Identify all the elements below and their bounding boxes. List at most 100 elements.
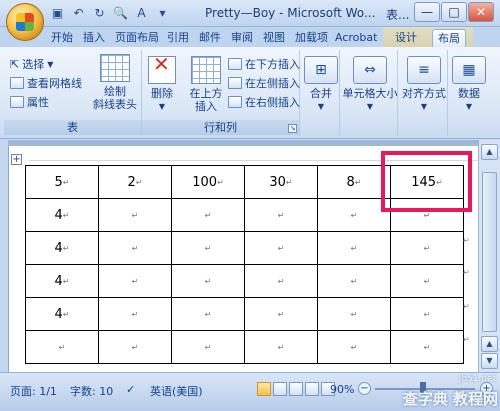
- word-count[interactable]: 字数: 10: [70, 383, 113, 399]
- minimize-button[interactable]: —: [414, 2, 440, 22]
- data-icon: ▦: [452, 56, 486, 84]
- table-cell[interactable]: ↵: [390, 264, 464, 298]
- properties-icon: [10, 96, 24, 108]
- vertical-scrollbar[interactable]: ▲ ▲ ▼: [478, 140, 500, 372]
- table-cell[interactable]: ↵: [98, 198, 172, 232]
- properties-button[interactable]: 属性: [10, 94, 49, 110]
- customize-qat-icon[interactable]: ▾: [155, 5, 170, 20]
- table-cell[interactable]: ↵: [244, 264, 318, 298]
- table-cell[interactable]: ↵: [171, 330, 245, 364]
- office-button[interactable]: [6, 3, 44, 41]
- office-logo-icon: [16, 13, 34, 31]
- table-cell[interactable]: 4↵: [25, 198, 99, 232]
- alignment-button[interactable]: ≡ 对齐方式 ▼: [400, 56, 448, 113]
- insert-right-button[interactable]: 在右侧插入: [228, 94, 300, 110]
- tab-page-layout[interactable]: 页面布局: [110, 29, 164, 47]
- print-preview-icon[interactable]: 🔍: [113, 5, 128, 20]
- insert-left-button[interactable]: 在左侧插入: [228, 75, 300, 91]
- tab-design[interactable]: 设计: [390, 29, 422, 47]
- tab-addins[interactable]: 加载项: [290, 29, 333, 47]
- insert-left-icon: [228, 77, 242, 89]
- cell-size-button[interactable]: ⇔ 单元格大小 ▼: [342, 56, 398, 113]
- table-cell[interactable]: ↵: [98, 297, 172, 331]
- outline-view-icon[interactable]: [305, 382, 319, 396]
- table-cell[interactable]: ↵: [171, 264, 245, 298]
- delete-table-icon: [148, 56, 176, 84]
- table-cell[interactable]: ↵: [98, 330, 172, 364]
- table-cell[interactable]: ↵: [171, 198, 245, 232]
- tab-insert[interactable]: 插入: [78, 29, 110, 47]
- tab-layout[interactable]: 布局: [432, 29, 466, 47]
- insert-below-button[interactable]: 在下方插入: [228, 56, 300, 72]
- table-cell[interactable]: 100↵: [171, 165, 245, 199]
- table-cell[interactable]: ↵: [244, 198, 318, 232]
- table-move-handle-icon[interactable]: +: [11, 154, 22, 165]
- table-cell[interactable]: ↵: [317, 297, 391, 331]
- cursor-icon: ⇱: [10, 57, 20, 71]
- scroll-thumb[interactable]: [482, 172, 497, 332]
- next-page-icon[interactable]: ▼: [481, 353, 498, 369]
- dropdown-arrow-icon: ▼: [465, 102, 473, 111]
- view-gridlines-button[interactable]: 查看网格线: [10, 75, 82, 91]
- undo-icon[interactable]: ↶: [71, 5, 86, 20]
- merge-cells-icon: ⊞: [304, 56, 338, 84]
- data-button[interactable]: ▦ 数据 ▼: [450, 56, 488, 113]
- title-bar: ▣ ↶ ↻ 🔍 A ▾ Pretty—Boy - Microsoft Wo...…: [0, 0, 500, 27]
- table-cell[interactable]: ↵: [25, 330, 99, 364]
- web-layout-icon[interactable]: [289, 382, 303, 396]
- prev-page-icon[interactable]: ▲: [481, 336, 498, 352]
- zoom-out-icon[interactable]: −: [358, 382, 371, 395]
- save-icon[interactable]: ▣: [50, 5, 65, 20]
- table-cell[interactable]: ↵: [390, 330, 464, 364]
- table-cell[interactable]: ↵: [244, 330, 318, 364]
- language-indicator[interactable]: 英语(美国): [150, 383, 203, 399]
- table-row: ↵ ↵ ↵ ↵ ↵ ↵: [25, 330, 464, 364]
- table-cell[interactable]: ↵: [98, 231, 172, 265]
- ribbon-tabs: 开始 插入 页面布局 引用 邮件 审阅 视图 加载项 Acrobat 设计 布局: [0, 27, 500, 47]
- window-controls: — □ ✕: [414, 2, 494, 22]
- table-cell[interactable]: ↵: [98, 264, 172, 298]
- select-button[interactable]: ⇱ 选择 ▼: [10, 56, 53, 72]
- table-cell[interactable]: ↵: [171, 231, 245, 265]
- table-cell[interactable]: ↵: [244, 231, 318, 265]
- draw-diagonal-header-button[interactable]: 绘制 斜线表头: [90, 54, 140, 111]
- proofing-icon[interactable]: ✓: [126, 383, 135, 396]
- table-cell[interactable]: 4↵: [25, 264, 99, 298]
- table-cell[interactable]: 30↵: [244, 165, 318, 199]
- table-cell[interactable]: 4↵: [25, 297, 99, 331]
- full-screen-reading-icon[interactable]: [273, 382, 287, 396]
- table-cell[interactable]: ↵: [317, 330, 391, 364]
- table-cell[interactable]: 2↵: [98, 165, 172, 199]
- merge-button[interactable]: ⊞ 合并 ▼: [303, 56, 339, 113]
- zoom-level[interactable]: 90%: [330, 383, 354, 396]
- format-icon[interactable]: A: [134, 5, 149, 20]
- table-cell[interactable]: ↵: [244, 297, 318, 331]
- table-cell[interactable]: ↵: [171, 297, 245, 331]
- table-cell[interactable]: ↵: [390, 297, 464, 331]
- close-button[interactable]: ✕: [468, 2, 494, 22]
- table-cell[interactable]: 5↵: [25, 165, 99, 199]
- insert-above-button[interactable]: 在上方 插入: [184, 56, 228, 113]
- scroll-up-icon[interactable]: ▲: [481, 144, 498, 160]
- page-count[interactable]: 页面: 1/1: [10, 383, 57, 399]
- table-cell[interactable]: 4↵: [25, 231, 99, 265]
- table-cell[interactable]: ↵: [317, 264, 391, 298]
- tab-acrobat[interactable]: Acrobat: [330, 29, 382, 47]
- table-cell[interactable]: 8↵: [317, 165, 391, 199]
- table-cell[interactable]: ↵: [390, 231, 464, 265]
- tab-mailings[interactable]: 邮件: [194, 29, 226, 47]
- ribbon: ⇱ 选择 ▼ 查看网格线 属性 绘制 斜线表头 表 删除 ▼ 在上方 插入: [0, 47, 500, 139]
- dialog-launcher-icon[interactable]: ↘: [288, 124, 297, 133]
- maximize-button[interactable]: □: [441, 2, 467, 22]
- window-title: Pretty—Boy - Microsoft Wo...: [205, 6, 376, 20]
- tab-view[interactable]: 视图: [258, 29, 290, 47]
- table-cell[interactable]: ↵: [317, 231, 391, 265]
- print-layout-view-icon[interactable]: [257, 382, 271, 396]
- delete-button[interactable]: 删除 ▼: [146, 56, 178, 113]
- tab-review[interactable]: 审阅: [226, 29, 258, 47]
- tab-home[interactable]: 开始: [46, 29, 78, 47]
- tab-references[interactable]: 引用: [162, 29, 194, 47]
- table-cell[interactable]: ↵: [317, 198, 391, 232]
- redo-icon[interactable]: ↻: [92, 5, 107, 20]
- table-row: 4↵ ↵ ↵ ↵ ↵ ↵: [25, 264, 464, 298]
